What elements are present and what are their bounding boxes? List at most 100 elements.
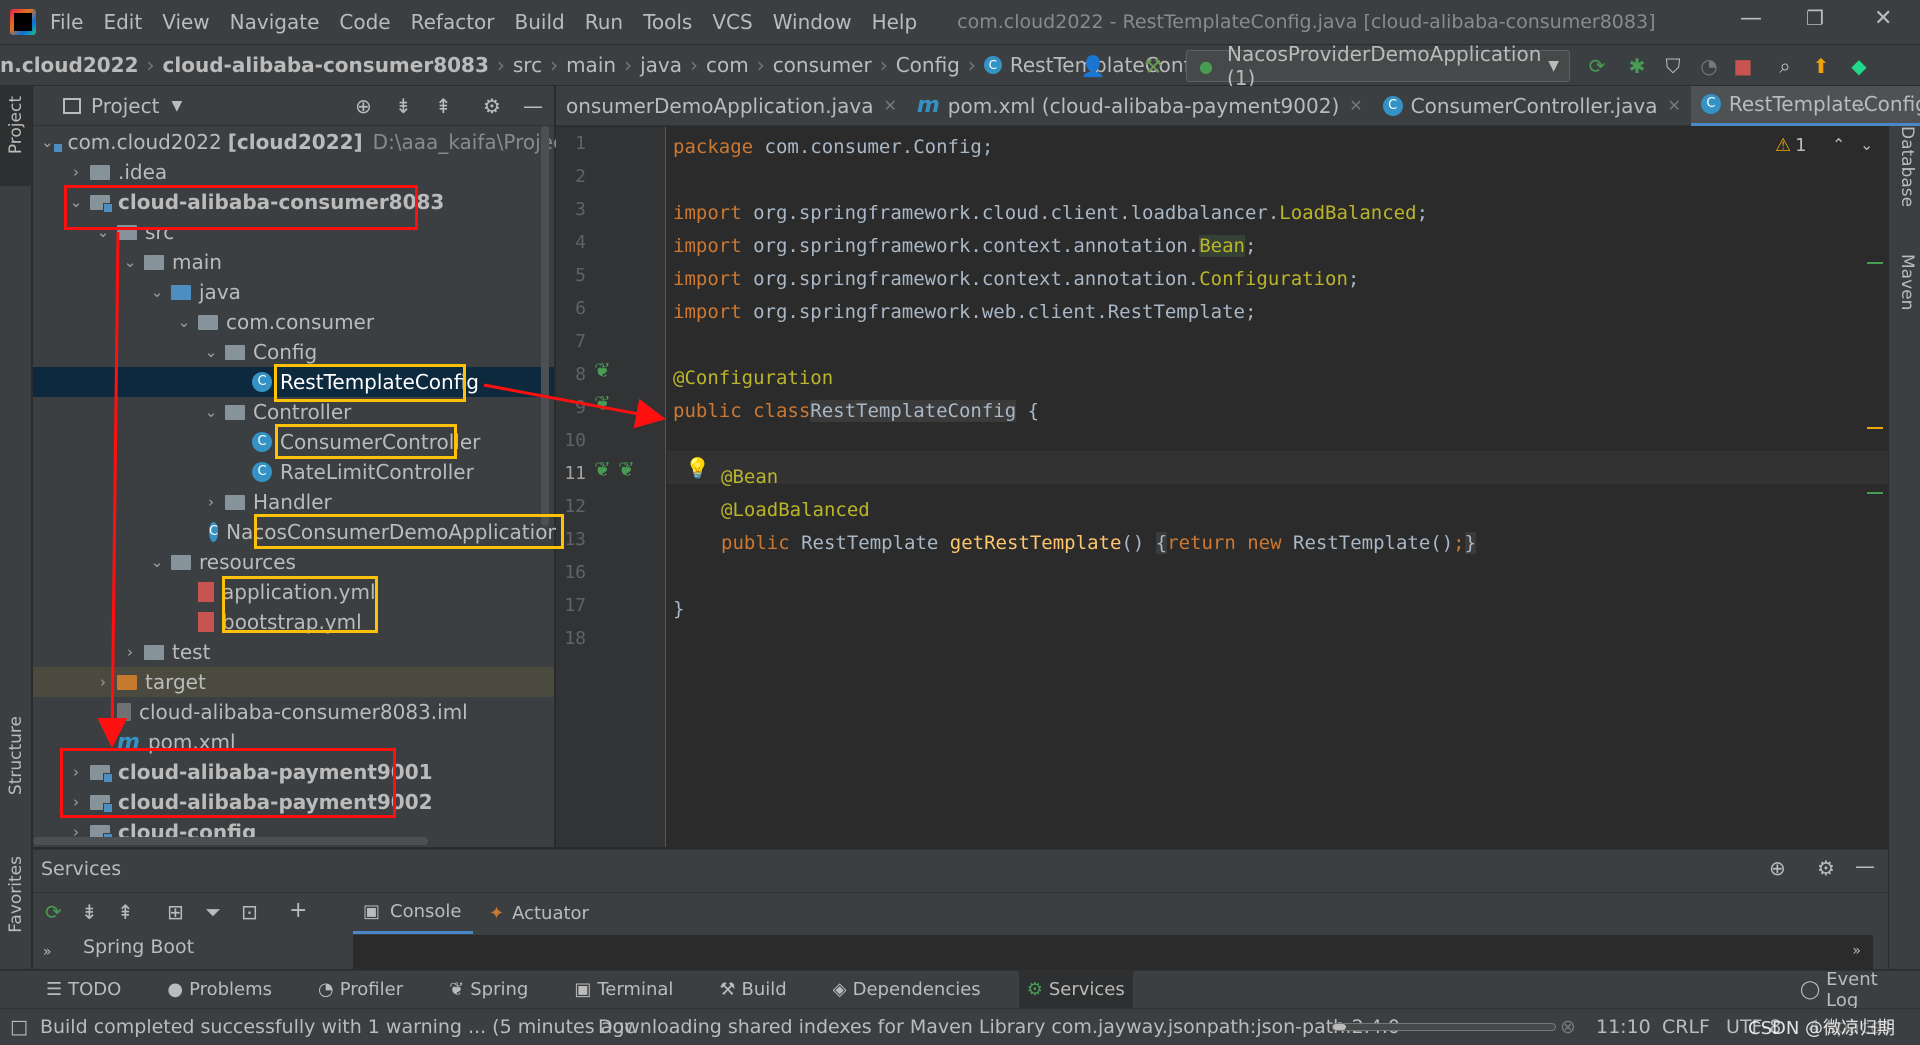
coverage-icon[interactable]: ⛉ bbox=[1660, 53, 1686, 79]
tab-pom-xml[interactable]: m pom.xml (cloud-alibaba-payment9002) ✕ bbox=[907, 86, 1373, 126]
spring-bean-gutter-icon[interactable]: ❦ bbox=[594, 457, 611, 481]
code-editor[interactable]: package com.consumer.Config; import org.… bbox=[667, 127, 1888, 847]
chevron-right-icon[interactable]: › bbox=[203, 493, 219, 511]
locate-icon[interactable]: ⊕ bbox=[355, 94, 372, 118]
expand-all-icon[interactable]: ⇟ bbox=[395, 94, 412, 118]
minimize-icon[interactable]: — bbox=[1740, 6, 1762, 31]
gear-icon[interactable]: ⚙ bbox=[483, 94, 501, 118]
menu-help[interactable]: Help bbox=[872, 10, 918, 34]
tree-item[interactable]: ⌄ cloud-alibaba-consumer8083 bbox=[33, 187, 554, 217]
tree-scrollbar[interactable] bbox=[541, 126, 549, 526]
user-icon[interactable]: 👤 bbox=[1080, 53, 1106, 79]
stop-icon[interactable]: ■ bbox=[1730, 53, 1756, 79]
expand-icon[interactable]: » bbox=[43, 944, 52, 960]
chevron-down-icon[interactable]: ⌄ bbox=[122, 253, 138, 271]
tab-console[interactable]: ▣ Console bbox=[353, 892, 473, 934]
chevron-right-icon[interactable]: › bbox=[68, 163, 84, 181]
close-tab-icon[interactable]: ✕ bbox=[1667, 96, 1680, 115]
tree-item[interactable]: ⌄ com.consumer bbox=[33, 307, 554, 337]
status-message[interactable]: Build completed successfully with 1 warn… bbox=[40, 1016, 635, 1038]
spring-bean-gutter-icon[interactable]: ❦ bbox=[594, 391, 611, 415]
tree-item[interactable]: › cloud-alibaba-payment9001 bbox=[33, 757, 554, 787]
menu-code[interactable]: Code bbox=[339, 10, 390, 34]
breadcrumb-main[interactable]: main bbox=[566, 53, 616, 77]
tree-item[interactable]: ⌄ resources bbox=[33, 547, 554, 577]
tool-terminal[interactable]: ▣ Terminal bbox=[566, 971, 681, 1009]
tree-item[interactable]: › target bbox=[33, 667, 554, 697]
close-tab-icon[interactable]: ✕ bbox=[883, 96, 896, 115]
dropdown-arrow-icon[interactable]: ▼ bbox=[171, 98, 182, 114]
database-tool-button[interactable]: Database bbox=[1897, 126, 1917, 207]
project-panel-title[interactable]: Project bbox=[91, 94, 159, 118]
collapse-all-icon[interactable]: ⇞ bbox=[435, 94, 452, 118]
hammer-icon[interactable]: ⚒ bbox=[1140, 53, 1166, 79]
menu-run[interactable]: Run bbox=[585, 10, 623, 34]
chevron-right-icon[interactable]: › bbox=[68, 763, 84, 781]
tree-item[interactable]: bootstrap.yml bbox=[33, 607, 554, 637]
breadcrumb-module[interactable]: cloud-alibaba-consumer8083 bbox=[163, 53, 489, 77]
project-tool-button[interactable]: Project bbox=[6, 96, 26, 154]
rerun-icon[interactable]: ⟳ bbox=[45, 900, 62, 924]
tool-problems[interactable]: ● Problems bbox=[159, 971, 280, 1009]
tab-rest-template-config[interactable]: CRestTemplateConfig.java✕ bbox=[1690, 85, 1920, 126]
breadcrumb-class[interactable]: RestTemplateConfig bbox=[1010, 53, 1209, 77]
rerun-icon[interactable]: ⟳ bbox=[1584, 53, 1610, 79]
new-tab-icon[interactable]: ⊡ bbox=[241, 900, 258, 924]
tree-item[interactable]: › .idea bbox=[33, 157, 554, 187]
tool-services[interactable]: ⚙ Services bbox=[1018, 970, 1133, 1009]
tree-item[interactable]: › Handler bbox=[33, 487, 554, 517]
menu-refactor[interactable]: Refactor bbox=[411, 10, 495, 34]
caret-position[interactable]: 11:10 bbox=[1596, 1016, 1651, 1038]
profiler-icon[interactable]: ◔ bbox=[1696, 53, 1722, 79]
background-task-label[interactable]: Downloading shared indexes for Maven Lib… bbox=[598, 1016, 1400, 1038]
window-toggle-icon[interactable]: □ bbox=[10, 1016, 28, 1038]
tree-horizontal-scrollbar[interactable] bbox=[33, 837, 428, 845]
chevron-down-icon[interactable]: ⌄ bbox=[68, 193, 84, 211]
menu-build[interactable]: Build bbox=[515, 10, 565, 34]
tree-item[interactable]: application.yml bbox=[33, 577, 554, 607]
tree-item[interactable]: C RateLimitController bbox=[33, 457, 554, 487]
favorites-tool-button[interactable]: Favorites bbox=[6, 856, 26, 933]
chevron-down-icon[interactable]: ⌄ bbox=[203, 403, 219, 421]
tree-item[interactable]: cloud-alibaba-consumer8083.iml bbox=[33, 697, 554, 727]
previous-highlight-icon[interactable]: ⌃ bbox=[1832, 135, 1845, 154]
expand-icon[interactable]: » bbox=[1852, 943, 1861, 959]
tool-build[interactable]: ⚒ Build bbox=[711, 971, 794, 1009]
tree-item[interactable]: ⌄ com.cloud2022 [cloud2022] D:\aaa_kaifa\P… bbox=[33, 127, 602, 157]
next-highlight-icon[interactable]: ⌄ bbox=[1860, 135, 1873, 154]
close-tab-icon[interactable]: ✕ bbox=[1349, 96, 1362, 115]
structure-tool-button[interactable]: Structure bbox=[6, 716, 26, 795]
breadcrumb-project[interactable]: n.cloud2022 bbox=[0, 53, 139, 77]
services-tree-item-spring-boot[interactable]: Spring Boot bbox=[83, 936, 194, 958]
tree-item[interactable]: › test bbox=[33, 637, 554, 667]
tool-todo[interactable]: ☰ TODO bbox=[38, 971, 129, 1009]
tree-item[interactable]: C ConsumerController bbox=[33, 427, 554, 457]
group-icon[interactable]: ⊞ bbox=[167, 900, 184, 924]
chevron-down-icon[interactable]: ⌄ bbox=[149, 553, 165, 571]
tab-actuator[interactable]: ✦ Actuator bbox=[489, 892, 589, 934]
tab-consumer-demo-application[interactable]: onsumerDemoApplication.java ✕ bbox=[556, 86, 907, 126]
debug-icon[interactable]: ✱ bbox=[1624, 53, 1650, 79]
chevron-down-icon[interactable]: ⌄ bbox=[176, 313, 192, 331]
breadcrumb-consumer[interactable]: consumer bbox=[773, 53, 872, 77]
menu-tools[interactable]: Tools bbox=[643, 10, 692, 34]
chevron-down-icon[interactable]: ⌄ bbox=[95, 223, 111, 241]
restore-icon[interactable]: ❐ bbox=[1806, 6, 1824, 30]
menu-window[interactable]: Window bbox=[773, 10, 852, 34]
tool-spring[interactable]: ❦ Spring bbox=[441, 971, 536, 1009]
filter-icon[interactable]: ⏷ bbox=[205, 900, 221, 924]
tree-item[interactable]: C RestTemplateConfig bbox=[33, 367, 554, 397]
update-icon[interactable]: ⬆ bbox=[1808, 53, 1834, 79]
breadcrumb-config[interactable]: Config bbox=[896, 53, 960, 77]
tree-item[interactable]: C NacosConsumerDemoApplication bbox=[33, 517, 560, 547]
tool-event-log[interactable]: ◯ Event Log bbox=[1792, 969, 1920, 1011]
run-configuration-select[interactable]: NacosProviderDemoApplication (1) ▼ ● bbox=[1186, 42, 1570, 90]
locate-icon[interactable]: ⊕ bbox=[1769, 856, 1786, 880]
tree-item[interactable]: ⌄ Controller bbox=[33, 397, 554, 427]
spring-bean-gutter-icon[interactable]: ❦ bbox=[594, 358, 611, 382]
menu-vcs[interactable]: VCS bbox=[712, 10, 752, 34]
tree-item[interactable]: ⌄ main bbox=[33, 247, 554, 277]
chevron-down-icon[interactable]: ⌄ bbox=[203, 343, 219, 361]
tree-item[interactable]: › cloud-alibaba-payment9002 bbox=[33, 787, 554, 817]
tree-item[interactable]: ⌄ src bbox=[33, 217, 554, 247]
